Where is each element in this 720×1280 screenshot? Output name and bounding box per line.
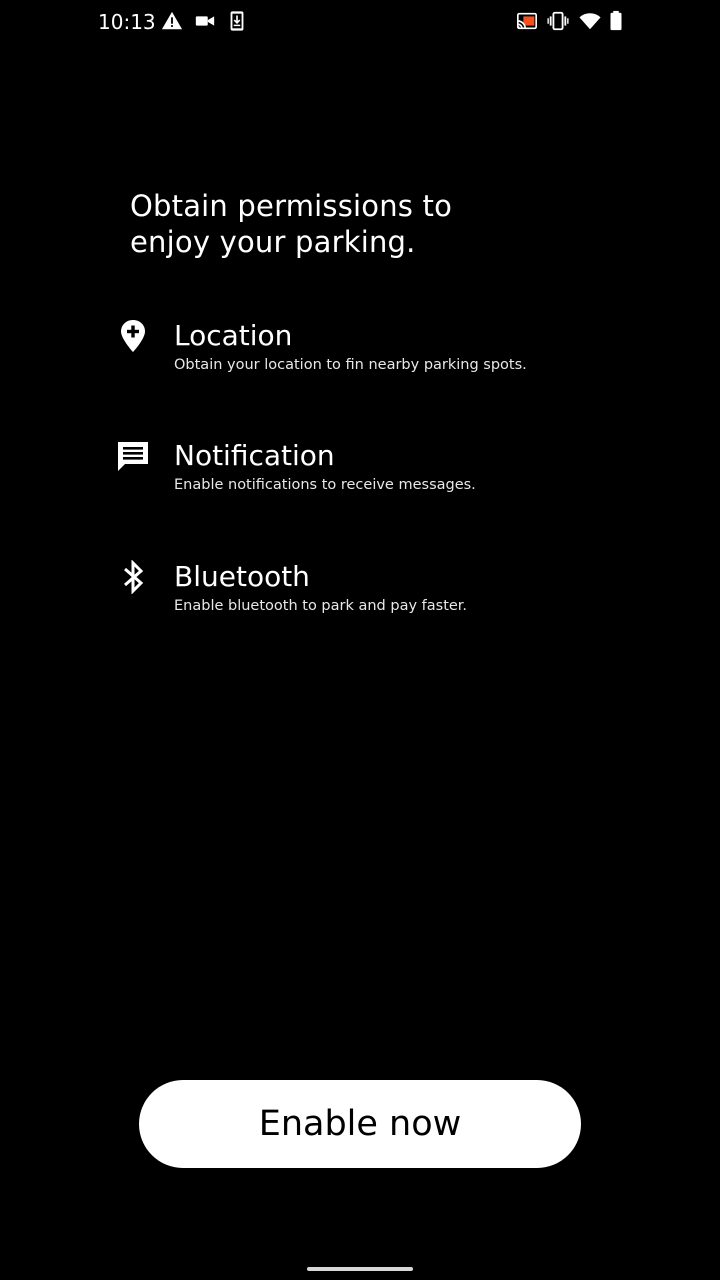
permission-title-notification: Notification — [174, 439, 335, 472]
battery-icon — [605, 10, 627, 32]
location-pin-icon — [116, 319, 150, 353]
page-title: Obtain permissions to enjoy your parking… — [130, 188, 590, 260]
message-icon — [116, 439, 150, 473]
phone-download-icon — [226, 10, 248, 32]
permission-item-notification: Notification Enable notifications to rec… — [116, 437, 636, 507]
permission-item-bluetooth: Bluetooth Enable bluetooth to park and p… — [116, 558, 636, 628]
permission-title-location: Location — [174, 319, 293, 352]
page-title-line-1: Obtain permissions to — [130, 189, 453, 223]
vibrate-icon — [547, 10, 569, 32]
permission-description-notification: Enable notifications to receive messages… — [174, 477, 476, 493]
permission-item-location: Location Obtain your location to fin nea… — [116, 317, 636, 387]
cast-icon — [516, 10, 538, 32]
permission-description-bluetooth: Enable bluetooth to park and pay faster. — [174, 598, 468, 614]
video-camera-icon — [194, 10, 216, 32]
permission-description-location: Obtain your location to fin nearby parki… — [174, 357, 527, 373]
status-time: 10:13 — [98, 10, 156, 34]
home-indicator[interactable] — [307, 1267, 413, 1271]
enable-now-button[interactable]: Enable now — [139, 1080, 581, 1168]
warning-icon — [161, 10, 183, 32]
status-bar: 10:13 — [0, 0, 720, 44]
page-title-line-2: enjoy your parking. — [130, 225, 416, 259]
permission-title-bluetooth: Bluetooth — [174, 560, 310, 593]
wifi-icon — [579, 10, 601, 32]
bluetooth-icon — [116, 560, 150, 594]
